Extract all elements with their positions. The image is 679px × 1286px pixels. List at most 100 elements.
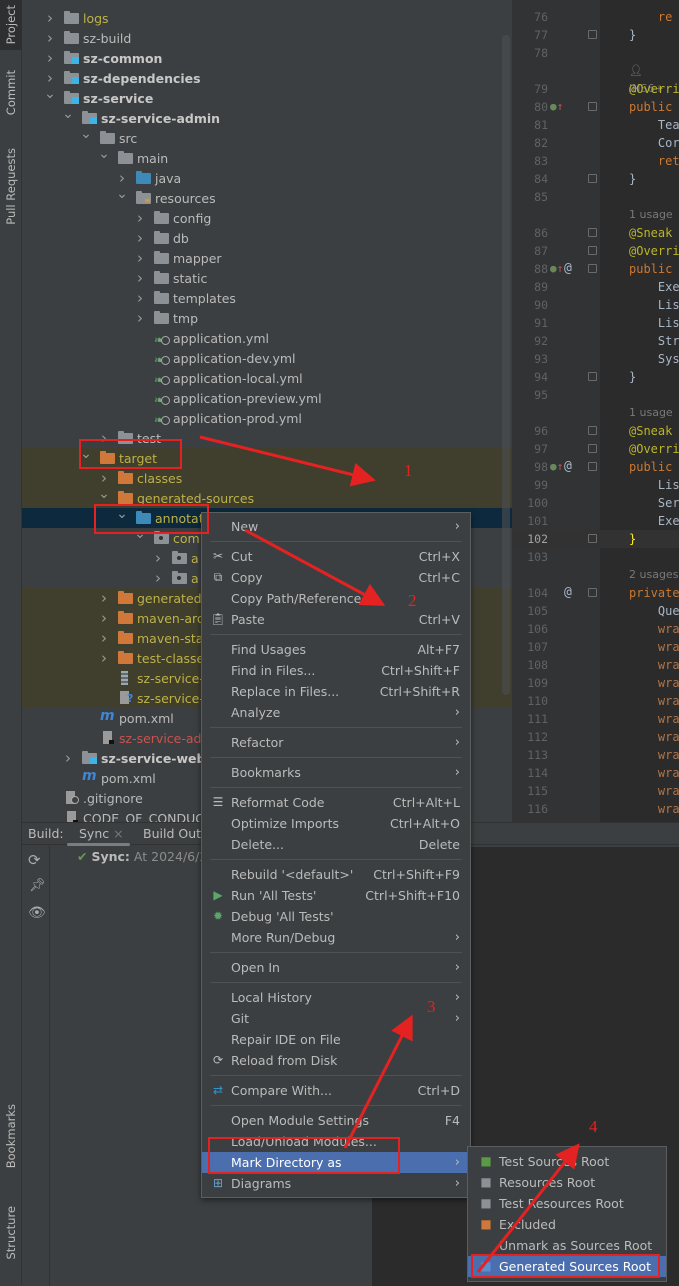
tree-item[interactable]: › tmp <box>22 308 512 328</box>
chevron-right-icon[interactable]: › <box>62 749 74 767</box>
chevron-right-icon[interactable]: › <box>44 9 56 27</box>
menu-item-new[interactable]: New › <box>202 516 470 537</box>
tool-tab-pull-requests[interactable]: Pull Requests <box>0 140 22 232</box>
menu-item-find-usages[interactable]: Find Usages Alt+F7 <box>202 639 470 660</box>
code-line[interactable]: 90 Lis <box>512 296 679 314</box>
menu-item-excluded[interactable]: ■ Excluded <box>468 1214 666 1235</box>
chevron-down-icon[interactable]: ⌄ <box>116 186 128 202</box>
menu-item-unmark-as-sources-root[interactable]: Unmark as Sources Root <box>468 1235 666 1256</box>
code-line[interactable]: 78 <box>512 44 679 62</box>
code-line[interactable]: 92 Str <box>512 332 679 350</box>
implements-method-icon[interactable]: ●↑ <box>550 458 563 476</box>
tree-item[interactable]: › classes <box>22 468 512 488</box>
chevron-down-icon[interactable]: ⌄ <box>62 106 74 122</box>
menu-item-open-in[interactable]: Open In › <box>202 957 470 978</box>
tree-item[interactable]: › templates <box>22 288 512 308</box>
code-line[interactable]: 105 Que <box>512 602 679 620</box>
tree-item[interactable]: › test <box>22 428 512 448</box>
chevron-down-icon[interactable]: ⌄ <box>98 146 110 162</box>
code-line[interactable]: 86 @Sneak <box>512 224 679 242</box>
code-line[interactable]: 83 ret <box>512 152 679 170</box>
chevron-right-icon[interactable]: › <box>152 569 164 587</box>
menu-item-open-module-settings[interactable]: Open Module Settings F4 <box>202 1110 470 1131</box>
code-line[interactable]: 100 Ser <box>512 494 679 512</box>
menu-item-analyze[interactable]: Analyze › <box>202 702 470 723</box>
code-line[interactable]: 93 Sys <box>512 350 679 368</box>
tree-item[interactable]: ⌄ target <box>22 446 512 468</box>
chevron-right-icon[interactable]: › <box>116 169 128 187</box>
tree-item[interactable]: › logs <box>22 8 512 28</box>
close-icon[interactable]: × <box>113 826 123 841</box>
chevron-right-icon[interactable]: › <box>134 309 146 327</box>
menu-item-test-resources-root[interactable]: ■ Test Resources Root <box>468 1193 666 1214</box>
chevron-down-icon[interactable]: ⌄ <box>80 446 92 462</box>
menu-item-rebuild-default[interactable]: Rebuild '<default>' Ctrl+Shift+F9 <box>202 864 470 885</box>
code-line[interactable]: 107 wra <box>512 638 679 656</box>
chevron-down-icon[interactable]: ⌄ <box>80 126 92 142</box>
code-line[interactable]: 99 Lis <box>512 476 679 494</box>
code-line[interactable]: 104 @ private <box>512 584 679 602</box>
chevron-down-icon[interactable]: ⌄ <box>116 506 128 522</box>
code-line[interactable]: 84} <box>512 170 679 188</box>
menu-item-diagrams[interactable]: ⊞ Diagrams › <box>202 1173 470 1194</box>
usage-hint[interactable]: 2 usages <box>629 566 678 584</box>
menu-item-local-history[interactable]: Local History › <box>202 987 470 1008</box>
fold-marker-icon[interactable] <box>588 462 597 471</box>
menu-item-repair-ide-on-file[interactable]: Repair IDE on File <box>202 1029 470 1050</box>
code-line[interactable]: 114 wra <box>512 764 679 782</box>
code-line[interactable]: 101 Exe <box>512 512 679 530</box>
code-line[interactable]: 91 Lis <box>512 314 679 332</box>
menu-item-mark-directory-as[interactable]: Mark Directory as › <box>202 1152 470 1173</box>
menu-item-test-sources-root[interactable]: ■ Test Sources Root <box>468 1151 666 1172</box>
code-line[interactable]: 76 re <box>512 8 679 26</box>
code-line[interactable]: 97 @Overri <box>512 440 679 458</box>
chevron-right-icon[interactable]: › <box>44 49 56 67</box>
tree-item[interactable]: ⌄ main <box>22 146 512 168</box>
tree-item[interactable]: › sz-common <box>22 48 512 68</box>
chevron-right-icon[interactable]: › <box>98 609 110 627</box>
chevron-right-icon[interactable]: › <box>152 549 164 567</box>
menu-item-more-run-debug[interactable]: More Run/Debug › <box>202 927 470 948</box>
usage-hint[interactable]: 1 usage <box>629 206 673 224</box>
tree-item[interactable]: ⌄ src <box>22 126 512 148</box>
fold-marker-icon[interactable] <box>588 246 597 255</box>
tool-tab-structure[interactable]: Structure <box>0 1198 22 1268</box>
tool-tab-commit[interactable]: Commit <box>0 62 22 124</box>
fold-marker-icon[interactable] <box>588 426 597 435</box>
menu-item-copy-path-reference[interactable]: Copy Path/Reference... <box>202 588 470 609</box>
fold-marker-icon[interactable] <box>588 30 597 39</box>
tree-item[interactable]: ❧ application-prod.yml <box>22 408 512 428</box>
menu-item-generated-sources-root[interactable]: ■ Generated Sources Root <box>468 1256 666 1277</box>
code-line[interactable]: 96 @Sneak <box>512 422 679 440</box>
menu-item-replace-in-files[interactable]: Replace in Files... Ctrl+Shift+R <box>202 681 470 702</box>
tree-item[interactable]: ❧ application-dev.yml <box>22 348 512 368</box>
fold-marker-icon[interactable] <box>588 228 597 237</box>
tree-item[interactable]: › java <box>22 168 512 188</box>
fold-marker-icon[interactable] <box>588 102 597 111</box>
project-tree-scrollbar[interactable] <box>502 35 510 695</box>
menu-item-debug-all-tests[interactable]: ✹ Debug 'All Tests' <box>202 906 470 927</box>
code-line[interactable]: 98 ●↑ @ public <box>512 458 679 476</box>
code-line[interactable]: 102} <box>512 530 679 548</box>
code-line[interactable]: 95 <box>512 386 679 404</box>
menu-item-reload-from-disk[interactable]: ⟳ Reload from Disk <box>202 1050 470 1071</box>
tree-item[interactable]: ❧ application-preview.yml <box>22 388 512 408</box>
pin-icon[interactable]: 📌︎ <box>29 878 46 893</box>
code-line[interactable]: 112 wra <box>512 728 679 746</box>
chevron-right-icon[interactable]: › <box>98 649 110 667</box>
code-line[interactable]: 113 wra <box>512 746 679 764</box>
code-line[interactable]: 115 wra <box>512 782 679 800</box>
chevron-right-icon[interactable]: › <box>98 589 110 607</box>
menu-item-delete[interactable]: Delete... Delete <box>202 834 470 855</box>
code-line[interactable]: 88 ●↑ @ public <box>512 260 679 278</box>
tree-item[interactable]: ⌄ ≡ resources <box>22 186 512 208</box>
chevron-right-icon[interactable]: › <box>134 249 146 267</box>
menu-item-git[interactable]: Git › <box>202 1008 470 1029</box>
chevron-right-icon[interactable]: › <box>98 469 110 487</box>
chevron-down-icon[interactable]: ⌄ <box>44 86 56 102</box>
chevron-down-icon[interactable]: ⌄ <box>98 486 110 502</box>
code-line[interactable]: 89 Exe <box>512 278 679 296</box>
tool-tab-bookmarks[interactable]: Bookmarks <box>0 1100 22 1172</box>
code-line[interactable]: 108 wra <box>512 656 679 674</box>
annotation-gutter-icon[interactable]: @ <box>564 458 572 476</box>
